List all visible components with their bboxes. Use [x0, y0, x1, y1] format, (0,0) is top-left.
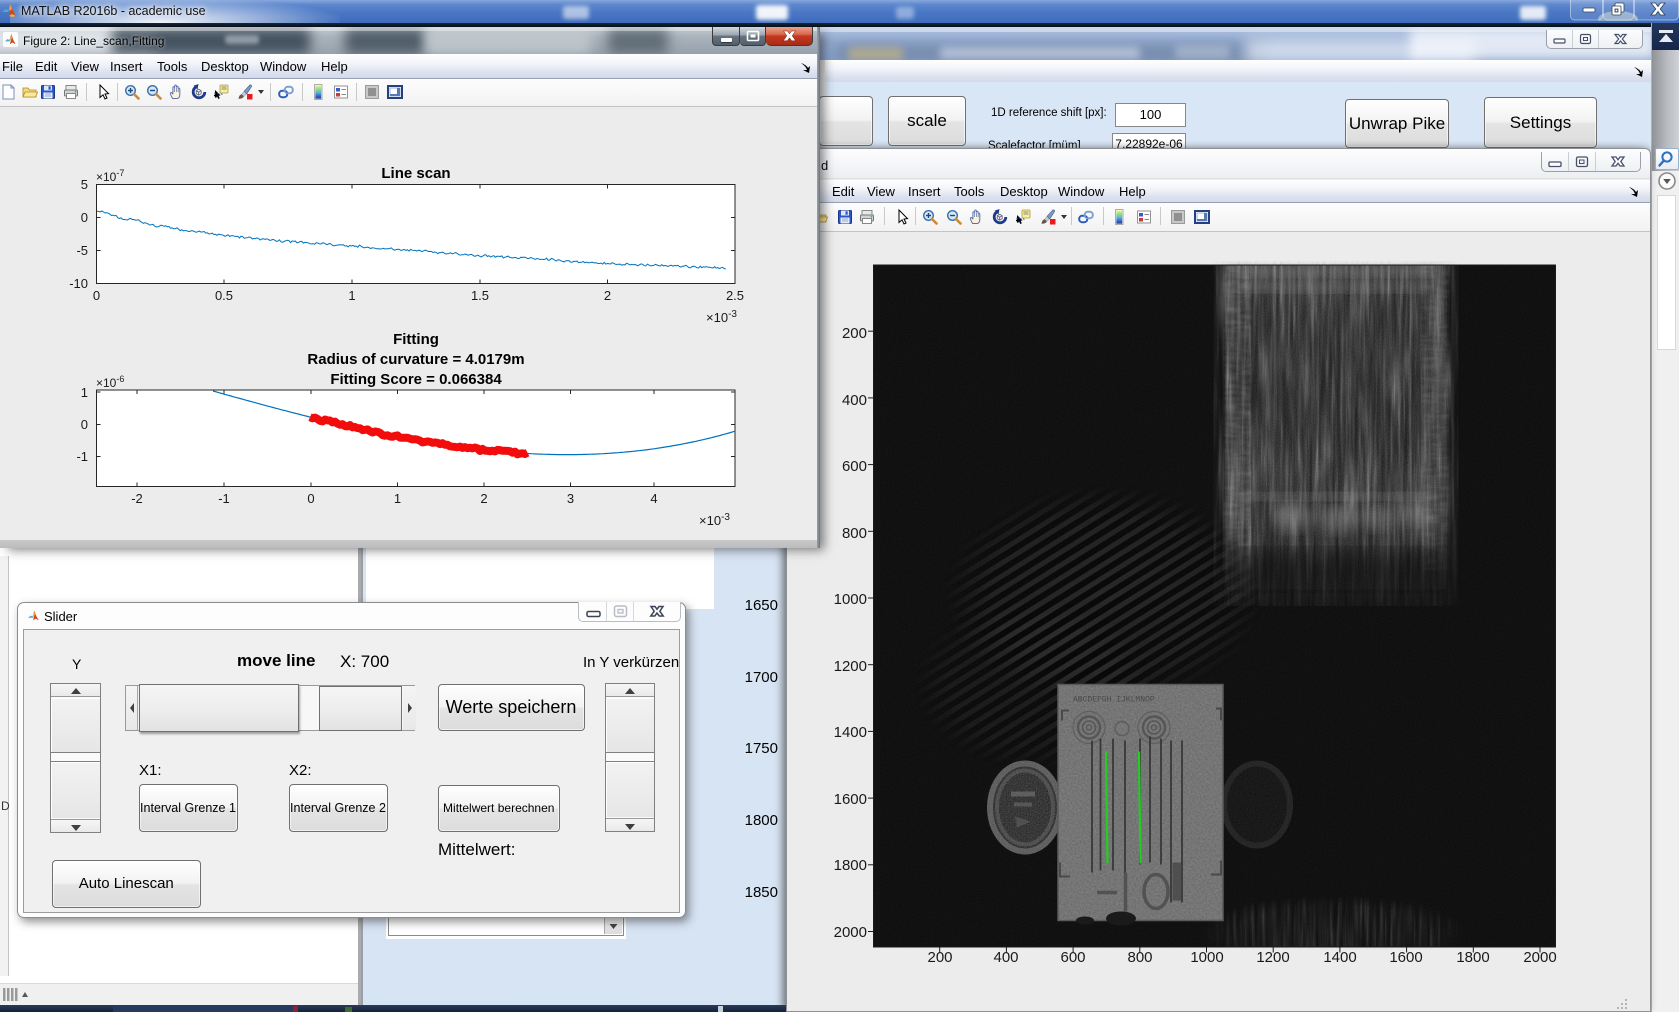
svg-text:4: 4: [650, 491, 657, 506]
svg-text:-10: -10: [69, 276, 88, 291]
svg-text:1.5: 1.5: [471, 288, 489, 303]
svg-text:2.5: 2.5: [726, 288, 744, 303]
svg-text:×10-7: ×10-7: [96, 168, 124, 184]
svg-text:Radius of curvature = 4.0179m: Radius of curvature = 4.0179m: [307, 351, 524, 368]
svg-text:5: 5: [81, 177, 88, 192]
svg-text:-1: -1: [218, 491, 230, 506]
svg-text:2: 2: [480, 491, 487, 506]
svg-text:1: 1: [394, 491, 401, 506]
svg-text:0: 0: [81, 417, 88, 432]
svg-text:-1: -1: [76, 449, 88, 464]
svg-text:0.5: 0.5: [215, 288, 233, 303]
svg-text:ABCDEFGH IJKLMNOP: ABCDEFGH IJKLMNOP: [1073, 696, 1155, 705]
svg-text:1: 1: [348, 288, 355, 303]
svg-text:Fitting: Fitting: [393, 331, 439, 348]
svg-text:1: 1: [81, 385, 88, 400]
svg-text:Line scan: Line scan: [381, 165, 450, 182]
svg-text:0: 0: [307, 491, 314, 506]
svg-text:×10-3: ×10-3: [699, 512, 730, 528]
svg-text:3: 3: [567, 491, 574, 506]
svg-text:2: 2: [604, 288, 611, 303]
svg-text:0: 0: [93, 288, 100, 303]
svg-text:-2: -2: [131, 491, 143, 506]
svg-text:-5: -5: [76, 243, 88, 258]
svg-text:×10-3: ×10-3: [706, 309, 737, 325]
svg-text:0: 0: [81, 210, 88, 225]
svg-text:Fitting Score = 0.066384: Fitting Score = 0.066384: [330, 371, 502, 388]
svg-text:×10-6: ×10-6: [96, 374, 124, 390]
